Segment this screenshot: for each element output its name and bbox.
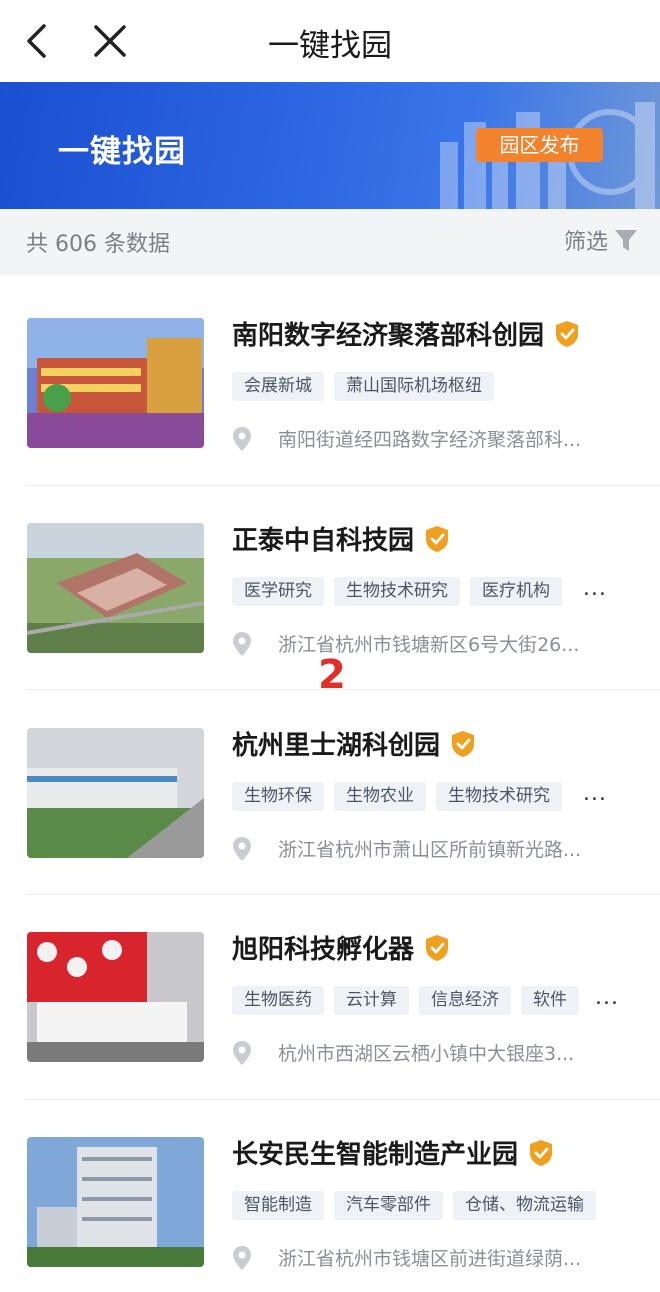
park-thumbnail[interactable] [27,318,204,448]
park-name[interactable]: 旭阳科技孵化器 [232,929,450,966]
park-name[interactable]: 南阳数字经济聚落部科创园 [232,315,580,352]
park-name[interactable]: 长安民生智能制造产业园 [232,1134,554,1171]
list-item[interactable]: 旭阳科技孵化器 生物医药 云计算 信息经济 软件 ... 杭州市西湖区云栖小镇中… [0,889,660,1094]
park-tags: 生物环保 生物农业 生物技术研究 [232,782,562,811]
verified-shield-icon [426,525,449,552]
park-name-text: 旭阳科技孵化器 [232,935,415,965]
tag: 生物医药 [232,986,324,1015]
park-address: 南阳街道经四路数字经济聚落部科... [232,425,618,452]
verified-shield-icon [530,1139,553,1166]
tag: 仓储、物流运输 [453,1191,596,1220]
location-pin-icon [233,1245,251,1270]
park-thumbnail[interactable] [27,932,204,1062]
park-address: 浙江省杭州市钱塘新区6号大街26... [232,630,618,657]
tag: 医学研究 [232,577,324,606]
list-item[interactable]: 长安民生智能制造产业园 智能制造 汽车零部件 仓储、物流运输 浙江省杭州市钱塘区… [0,1094,660,1292]
park-name[interactable]: 杭州里士湖科创园 [232,725,476,762]
tag: 智能制造 [232,1191,324,1220]
annotation-number: 2 [318,652,346,698]
more-tags-ellipsis[interactable]: ... [583,576,607,601]
park-name-text: 杭州里士湖科创园 [232,731,441,761]
park-address: 浙江省杭州市萧山区所前镇新光路... [232,835,618,862]
tag: 会展新城 [232,372,324,401]
location-pin-icon [233,426,251,451]
location-pin-icon [233,836,251,861]
tag: 生物技术研究 [436,782,562,811]
verified-shield-icon [426,934,449,961]
park-tags: 生物医药 云计算 信息经济 软件 [232,986,579,1015]
park-tags: 智能制造 汽车零部件 仓储、物流运输 [232,1191,596,1220]
tag: 信息经济 [419,986,511,1015]
tag: 云计算 [334,986,409,1015]
park-name-text: 正泰中自科技园 [232,526,415,556]
tag: 生物农业 [334,782,426,811]
page-title: 一键找园 [268,28,392,64]
park-tags: 会展新城 萧山国际机场枢纽 [232,372,494,401]
verified-shield-icon [452,730,475,757]
more-tags-ellipsis[interactable]: ... [595,985,619,1010]
tag: 生物环保 [232,782,324,811]
park-name-text: 南阳数字经济聚落部科创园 [232,321,545,351]
verified-shield-icon [556,320,579,347]
tag: 萧山国际机场枢纽 [334,372,494,401]
park-tags: 医学研究 生物技术研究 医疗机构 [232,577,562,606]
tag: 汽车零部件 [334,1191,443,1220]
result-summary-bar: 共 606 条数据 筛选 [0,209,660,275]
address-text: 南阳街道经四路数字经济聚落部科... [278,429,582,451]
publish-park-button[interactable]: 园区发布 [476,128,603,162]
address-text: 浙江省杭州市钱塘区前进街道绿荫... [278,1248,582,1270]
more-tags-ellipsis[interactable]: ... [583,781,607,806]
filter-label: 筛选 [563,230,608,255]
funnel-icon [615,230,637,251]
location-pin-icon [233,631,251,656]
banner-title: 一键找园 [58,134,186,170]
park-name-text: 长安民生智能制造产业园 [232,1140,519,1170]
address-text: 杭州市西湖区云栖小镇中大银座3... [278,1043,575,1065]
tag: 医疗机构 [470,577,562,606]
top-nav-bar: 一键找园 [0,0,660,82]
park-name[interactable]: 正泰中自科技园 [232,520,450,557]
park-address: 浙江省杭州市钱塘区前进街道绿荫... [232,1244,618,1271]
park-thumbnail[interactable] [27,1137,204,1267]
park-thumbnail[interactable] [27,523,204,653]
location-pin-icon [233,1040,251,1065]
tag: 软件 [521,986,579,1015]
list-item[interactable]: 杭州里士湖科创园 生物环保 生物农业 生物技术研究 ... 浙江省杭州市萧山区所… [0,685,660,890]
park-address: 杭州市西湖区云栖小镇中大银座3... [232,1039,618,1066]
tag: 生物技术研究 [334,577,460,606]
filter-button[interactable]: 筛选 [564,224,638,256]
result-count: 共 606 条数据 [26,232,170,257]
park-thumbnail[interactable] [27,728,204,858]
address-text: 浙江省杭州市萧山区所前镇新光路... [278,839,582,861]
list-item[interactable]: 南阳数字经济聚落部科创园 会展新城 萧山国际机场枢纽 南阳街道经四路数字经济聚落… [0,275,660,480]
